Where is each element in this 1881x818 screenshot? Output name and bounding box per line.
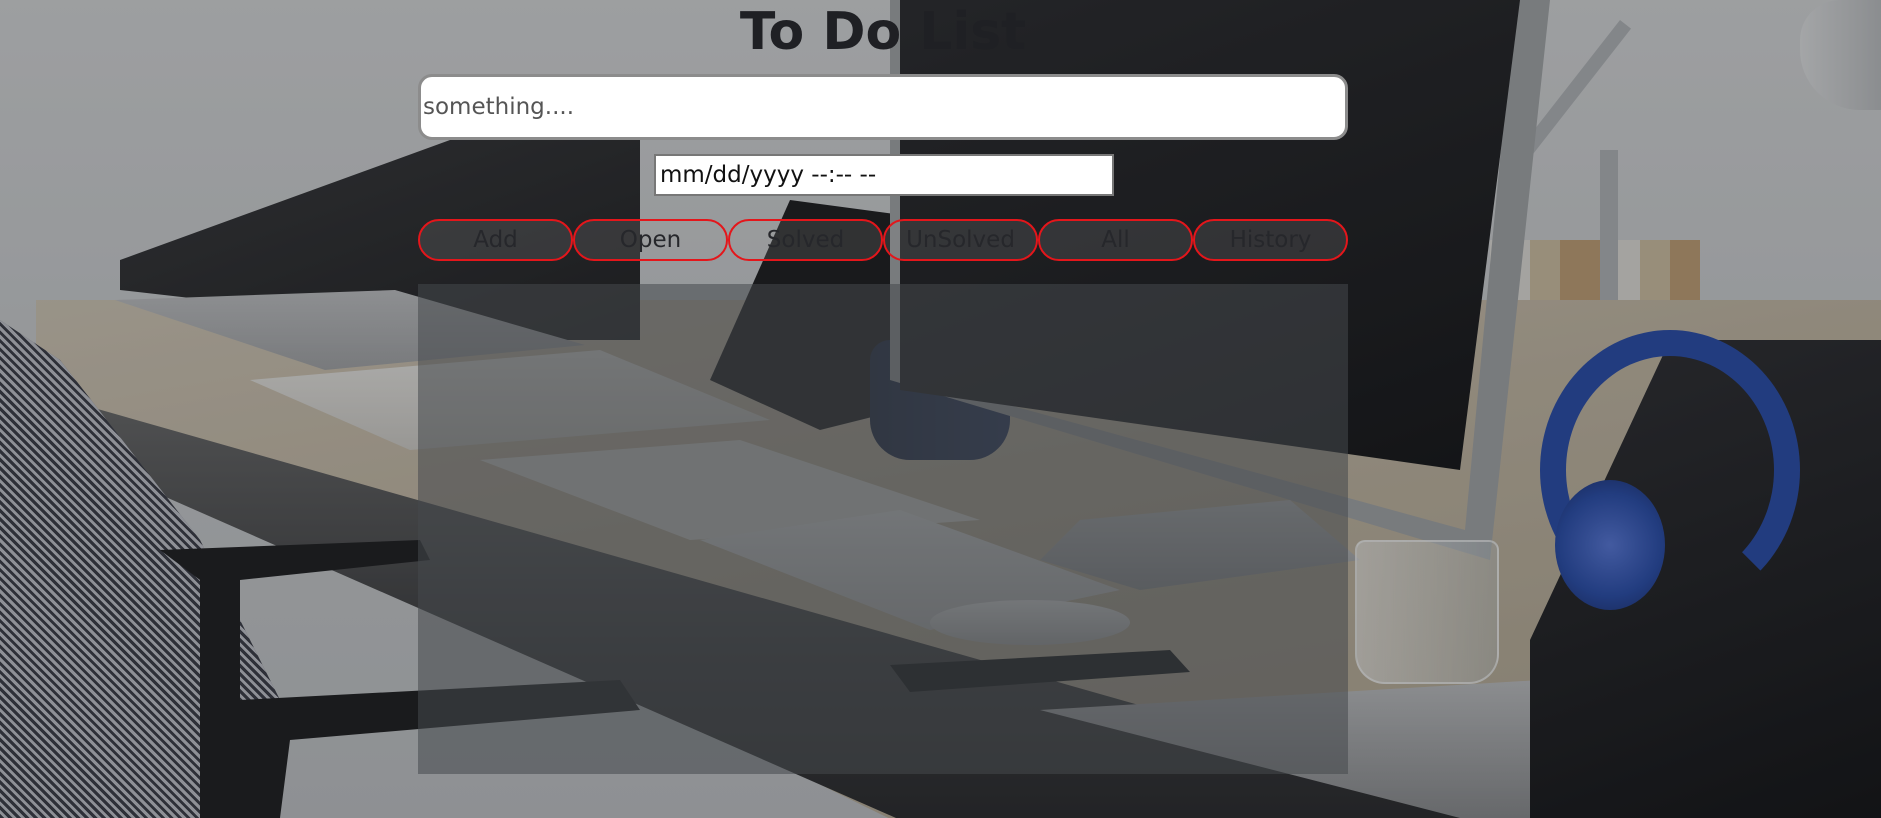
task-list-panel xyxy=(418,284,1348,774)
all-filter-button[interactable]: All xyxy=(1038,219,1193,261)
task-text-input[interactable] xyxy=(418,74,1348,140)
page: To Do List mm/dd/yyyy --:-- -- Add Open … xyxy=(0,0,1881,818)
action-button-row: Add Open Solved UnSolved All History xyxy=(418,219,1348,261)
open-filter-button[interactable]: Open xyxy=(573,219,728,261)
page-title: To Do List xyxy=(739,2,1027,62)
datetime-input[interactable]: mm/dd/yyyy --:-- -- xyxy=(654,154,1114,196)
unsolved-filter-button[interactable]: UnSolved xyxy=(883,219,1038,261)
add-button[interactable]: Add xyxy=(418,219,573,261)
history-button[interactable]: History xyxy=(1193,219,1348,261)
solved-filter-button[interactable]: Solved xyxy=(728,219,883,261)
